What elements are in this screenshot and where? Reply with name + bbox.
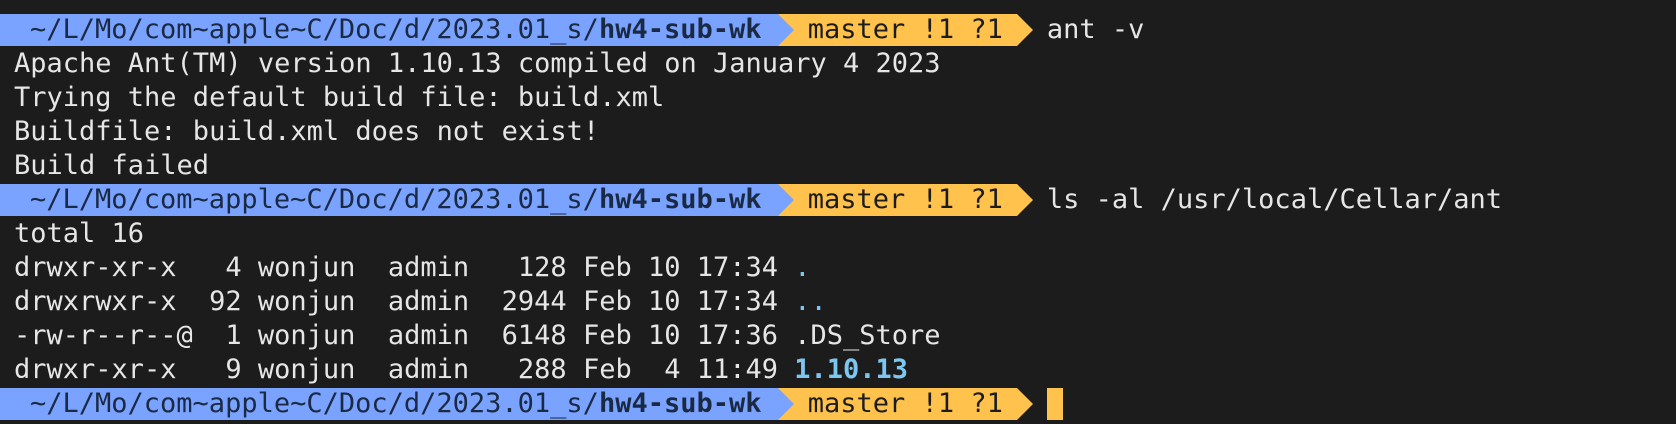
- prompt-path-segment: ~/L/Mo/com~apple~C/Doc/d/2023.01_s/hw4-s…: [0, 14, 778, 46]
- ls-row: drwxrwxr-x 92 wonjun admin 2944 Feb 10 1…: [14, 285, 1676, 319]
- ls-row: -rw-r--r--@ 1 wonjun admin 6148 Feb 10 1…: [14, 319, 1676, 353]
- prompt-path-segment: ~/L/Mo/com~apple~C/Doc/d/2023.01_s/hw4-s…: [0, 388, 778, 420]
- powerline-arrow-icon: [777, 184, 794, 216]
- prompt-line: ~/L/Mo/com~apple~C/Doc/d/2023.01_s/hw4-s…: [0, 13, 1676, 47]
- output-line: Apache Ant(TM) version 1.10.13 compiled …: [14, 48, 941, 79]
- powerline-arrow-icon: [1016, 184, 1033, 216]
- prompt-line: ~/L/Mo/com~apple~C/Doc/d/2023.01_s/hw4-s…: [0, 183, 1676, 217]
- ls-row-name: .: [794, 252, 811, 283]
- prompt-path-prefix: ~/L/Mo/com~apple~C/Doc/d/2023.01_s/: [30, 388, 599, 419]
- ls-row: drwxr-xr-x 4 wonjun admin 128 Feb 10 17:…: [14, 251, 1676, 285]
- output-line: Buildfile: build.xml does not exist!: [14, 116, 600, 147]
- powerline-arrow-icon: [1016, 388, 1033, 420]
- ls-row-meta: drwxr-xr-x 9 wonjun admin 288 Feb 4 11:4…: [14, 354, 795, 385]
- prompt-git-segment: master !1 ?1: [793, 14, 1017, 46]
- prompt-path-current: hw4-sub-wk: [598, 14, 762, 45]
- ls-row-meta: drwxr-xr-x 4 wonjun admin 128 Feb 10 17:…: [14, 252, 795, 283]
- ls-row-name: ..: [794, 286, 827, 317]
- ls-row-meta: -rw-r--r--@ 1 wonjun admin 6148 Feb 10 1…: [14, 320, 795, 351]
- output-line: Build failed: [14, 150, 210, 181]
- powerline-arrow-icon: [1016, 14, 1033, 46]
- ls-row-meta: drwxrwxr-x 92 wonjun admin 2944 Feb 10 1…: [14, 286, 795, 317]
- prompt-path-prefix: ~/L/Mo/com~apple~C/Doc/d/2023.01_s/: [30, 14, 599, 45]
- ls-row: drwxr-xr-x 9 wonjun admin 288 Feb 4 11:4…: [14, 353, 1676, 387]
- ls-total: total 16: [14, 218, 145, 249]
- powerline-arrow-icon: [777, 388, 794, 420]
- prompt-git-segment: master !1 ?1: [793, 388, 1017, 420]
- ls-row-name: .DS_Store: [794, 320, 941, 351]
- powerline-arrow-icon: [777, 14, 794, 46]
- terminal[interactable]: ~/L/Mo/com~apple~C/Doc/d/2023.01_s/hw4-s…: [0, 0, 1676, 421]
- prompt-path-prefix: ~/L/Mo/com~apple~C/Doc/d/2023.01_s/: [30, 184, 599, 215]
- prompt-path-segment: ~/L/Mo/com~apple~C/Doc/d/2023.01_s/hw4-s…: [0, 184, 778, 216]
- ls-row-name: 1.10.13: [794, 354, 909, 385]
- prompt-path-current: hw4-sub-wk: [598, 388, 762, 419]
- terminal-cursor[interactable]: [1046, 388, 1063, 420]
- prompt-git-segment: master !1 ?1: [793, 184, 1017, 216]
- prompt-line: ~/L/Mo/com~apple~C/Doc/d/2023.01_s/hw4-s…: [0, 387, 1676, 421]
- command-text: ls -al /usr/local/Cellar/ant: [1046, 184, 1503, 215]
- prompt-path-current: hw4-sub-wk: [598, 184, 762, 215]
- command-text: ant -v: [1046, 14, 1145, 45]
- output-line: Trying the default build file: build.xml: [14, 82, 665, 113]
